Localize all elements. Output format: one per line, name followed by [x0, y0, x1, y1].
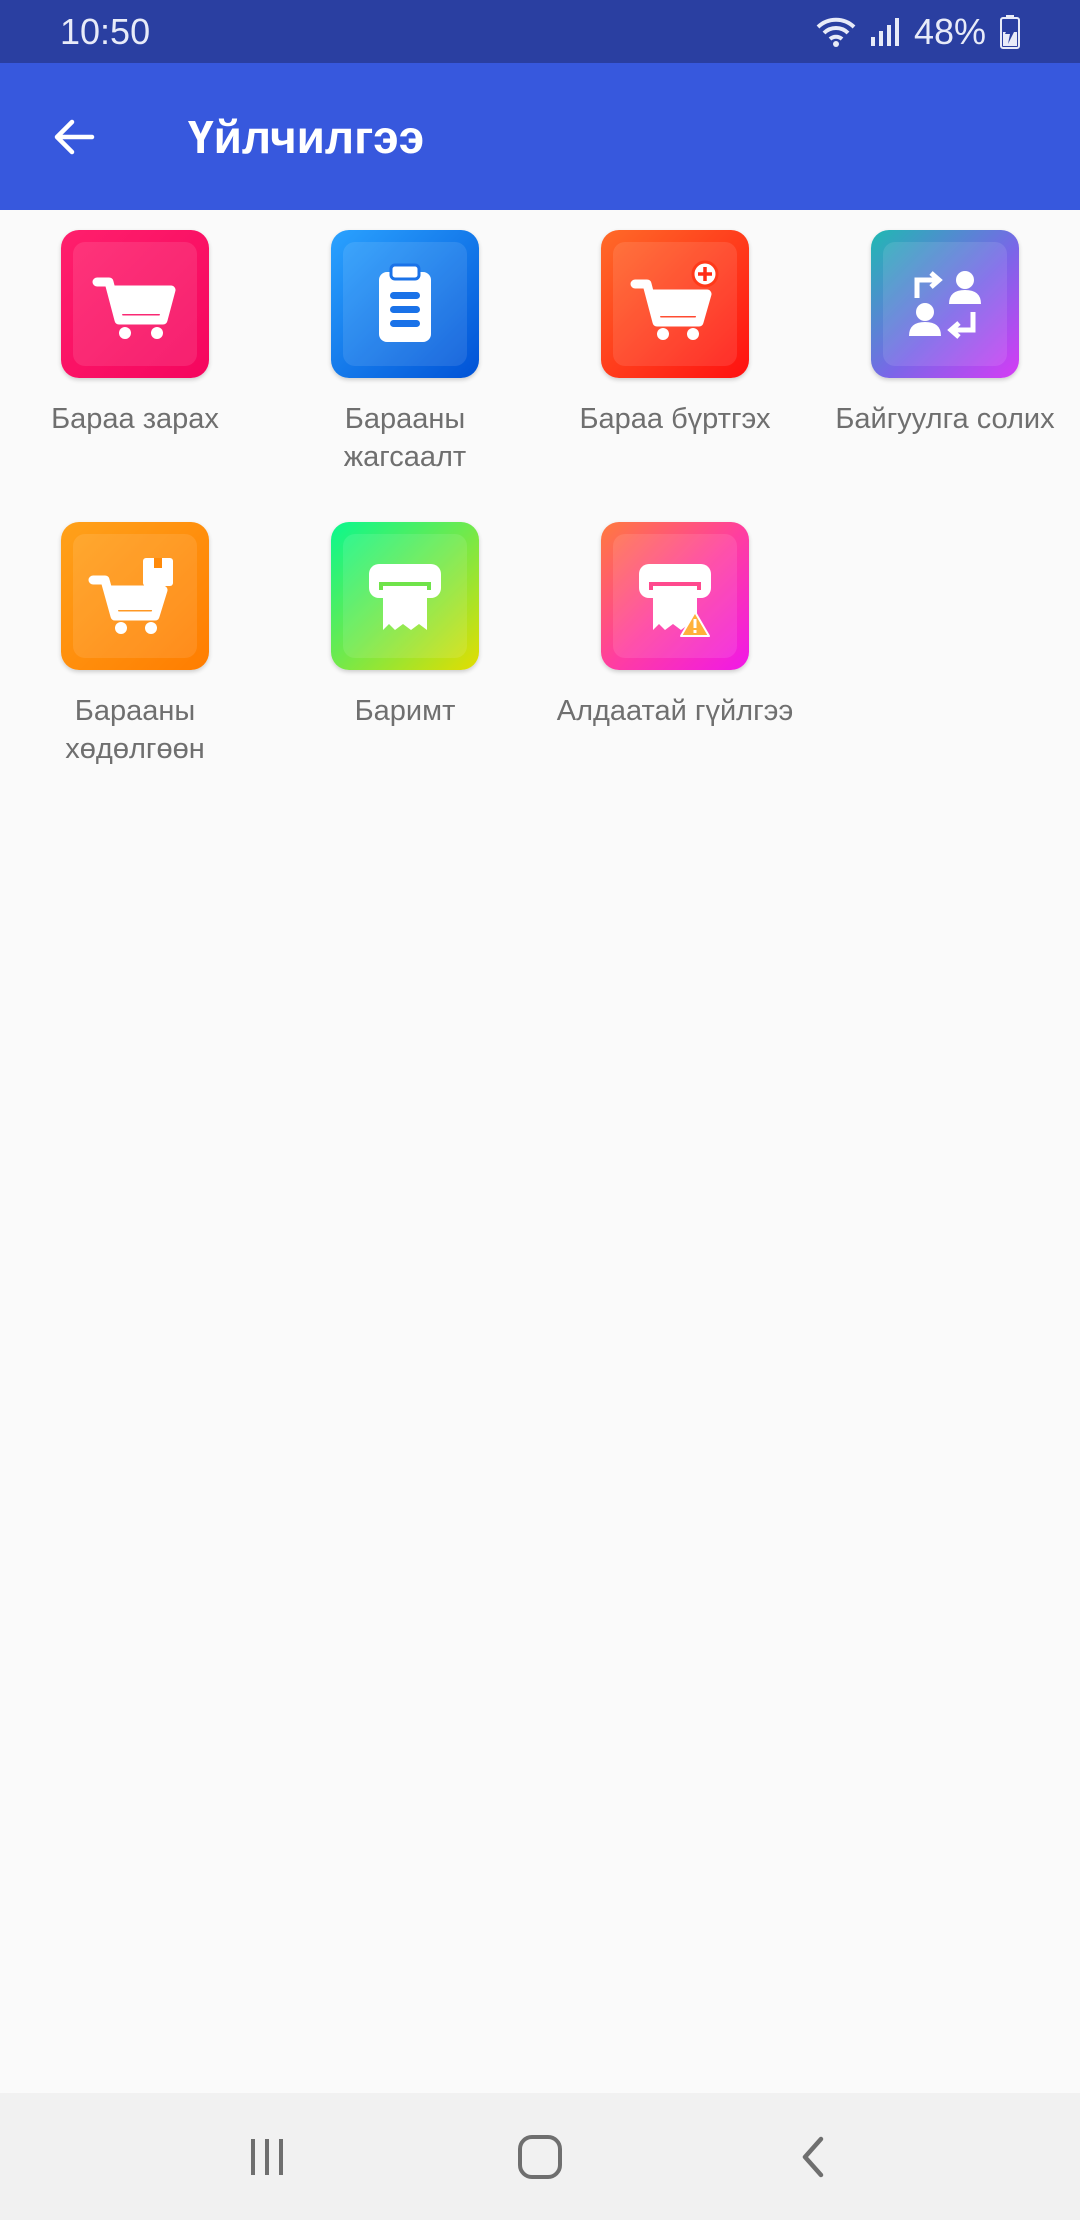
shopping-cart-icon [92, 277, 176, 339]
tile-label: Алдаатай гүйлгээ [556, 695, 794, 727]
status-time: 10:50 [60, 10, 151, 52]
tile-icon-bg [871, 230, 1019, 378]
status-icons: 48% [816, 11, 1020, 53]
chevron-left-icon [803, 2136, 824, 2177]
signal-icon [870, 17, 899, 46]
home-button[interactable] [490, 2107, 590, 2207]
tile-label: Барааны хөдөлгөөн [65, 695, 205, 765]
tile-change-organization[interactable]: Байгуулга солих [810, 210, 1080, 502]
tile-goods-list[interactable]: Барааны жагсаалт [270, 210, 540, 502]
status-bar: 10:50 48% [0, 0, 1080, 63]
receipt-printer-icon [369, 564, 441, 630]
nav-back-button[interactable] [763, 2107, 863, 2207]
wifi-icon [816, 17, 856, 47]
clipboard-list-icon [379, 263, 431, 342]
tile-label: Бараа зарах [51, 403, 219, 435]
tile-label: Байгуулга солих [835, 403, 1055, 435]
tile-label: Баримт [354, 695, 456, 727]
tile-sell-goods[interactable]: Бараа зарах [0, 210, 270, 502]
tile-register-goods[interactable]: Бараа бүртгэх [540, 210, 810, 502]
switch-users-icon [909, 271, 981, 339]
tile-icon-bg [601, 522, 749, 670]
cart-add-icon [630, 260, 719, 340]
tile-failed-transactions[interactable]: Алдаатай гүйлгээ [540, 502, 810, 794]
system-nav-bar [0, 2093, 1080, 2220]
tile-icon-bg [331, 230, 479, 378]
tile-icon-bg [331, 522, 479, 670]
app-bar: Үйлчилгээ [0, 63, 1080, 210]
tile-label: Барааны жагсаалт [343, 403, 467, 473]
home-icon [517, 2134, 562, 2179]
battery-percent: 48% [913, 10, 986, 52]
page-title: Үйлчилгээ [188, 110, 425, 163]
tile-goods-movement[interactable]: Барааны хөдөлгөөн [0, 502, 270, 794]
battery-charging-icon [1000, 14, 1020, 49]
arrow-back-icon [54, 119, 95, 154]
receipt-warning-icon [639, 564, 711, 637]
tile-icon-bg [61, 522, 209, 670]
tile-icon-bg [61, 230, 209, 378]
tile-label: Бараа бүртгэх [579, 403, 771, 435]
recent-apps-button[interactable] [217, 2107, 317, 2207]
tile-receipt[interactable]: Баримт [270, 502, 540, 794]
recent-apps-icon [250, 2138, 283, 2175]
cart-box-icon [88, 558, 173, 634]
back-button[interactable] [34, 97, 114, 177]
services-grid: Бараа зарах Барааны жагсаалт Бараа бүртг… [0, 210, 1080, 794]
tile-icon-bg [601, 230, 749, 378]
